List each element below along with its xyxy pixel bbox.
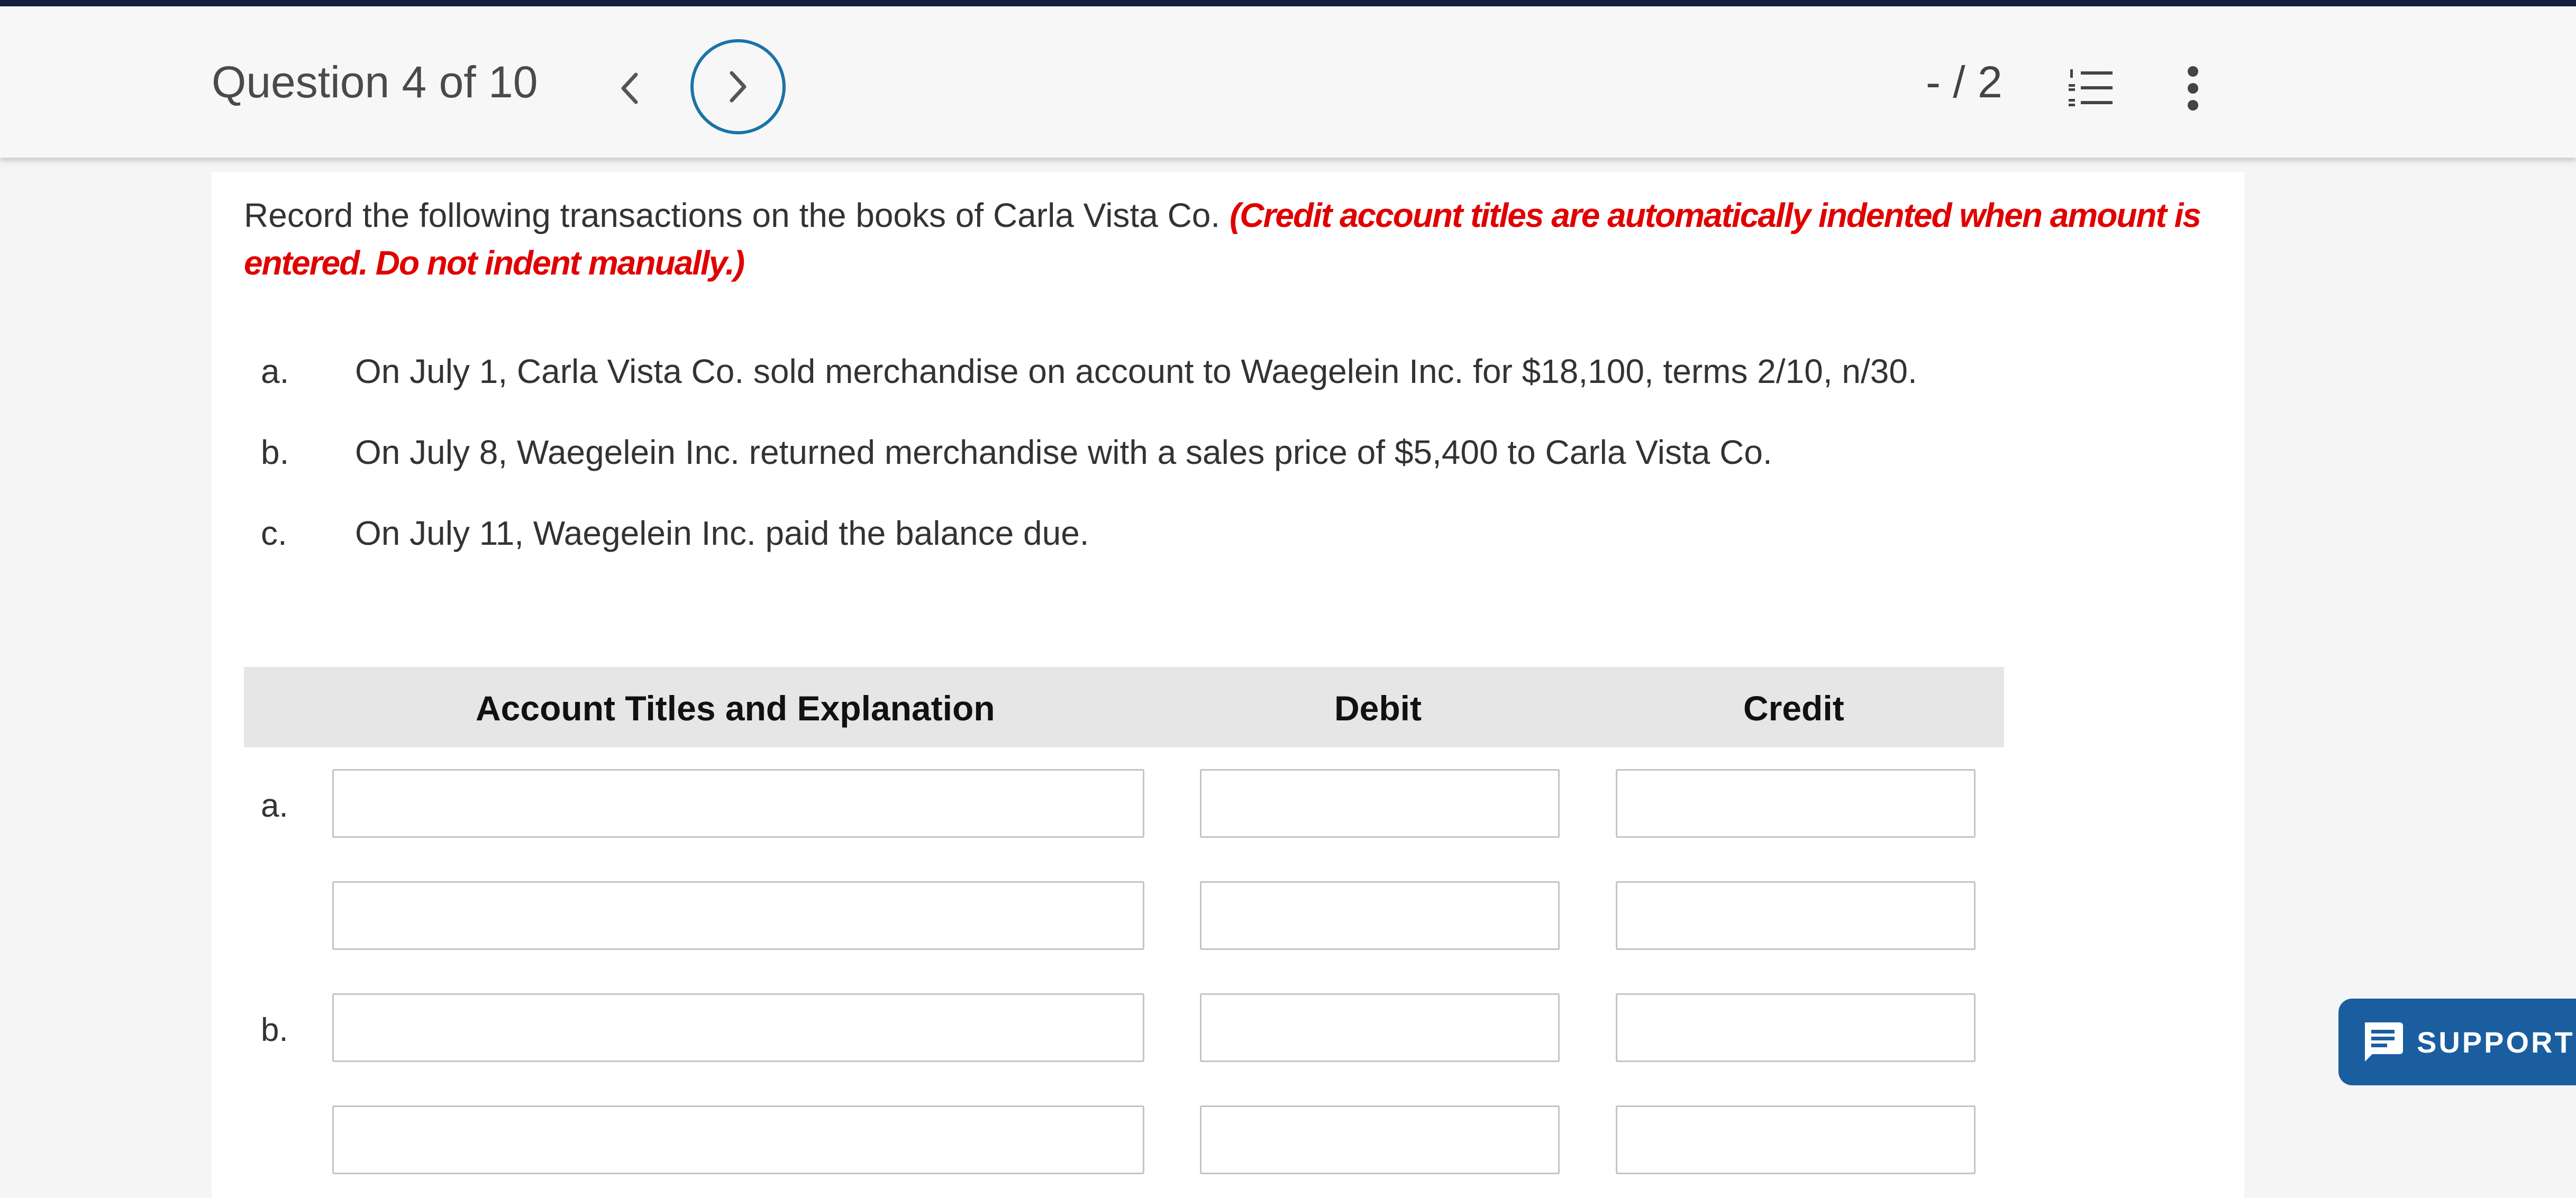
account-title-input[interactable] bbox=[332, 881, 1144, 950]
transaction-label: a. bbox=[261, 352, 289, 390]
transaction-label: c. bbox=[261, 514, 287, 552]
support-button[interactable]: SUPPORT bbox=[2338, 999, 2576, 1085]
debit-input[interactable] bbox=[1200, 993, 1560, 1062]
transaction-c: c. On July 11, Waegelein Inc. paid the b… bbox=[244, 508, 2149, 556]
account-title-input[interactable] bbox=[332, 993, 1144, 1062]
header-debit: Debit bbox=[1334, 689, 1422, 728]
chevron-left-icon bbox=[621, 72, 638, 104]
transaction-text: On July 1, Carla Vista Co. sold merchand… bbox=[355, 352, 1917, 390]
transaction-a: a. On July 1, Carla Vista Co. sold merch… bbox=[244, 346, 2149, 394]
transaction-text: On July 11, Waegelein Inc. paid the bala… bbox=[355, 514, 1089, 552]
debit-input[interactable] bbox=[1200, 769, 1560, 838]
instructions-text: Record the following transactions on the… bbox=[244, 196, 1221, 234]
top-stripe bbox=[0, 0, 2576, 6]
credit-input[interactable] bbox=[1616, 1105, 1976, 1174]
instructions: Record the following transactions on the… bbox=[244, 191, 2233, 287]
debit-input[interactable] bbox=[1200, 1105, 1560, 1174]
more-options-button[interactable] bbox=[2180, 62, 2206, 115]
transaction-text: On July 8, Waegelein Inc. returned merch… bbox=[355, 433, 1772, 471]
transaction-label: b. bbox=[261, 433, 289, 471]
question-header: Question 4 of 10 - / 2 bbox=[0, 6, 2576, 158]
more-vertical-icon bbox=[2188, 66, 2198, 111]
header-credit: Credit bbox=[1743, 689, 1844, 728]
transaction-b: b. On July 8, Waegelein Inc. returned me… bbox=[244, 427, 2149, 475]
question-counter: Question 4 of 10 bbox=[212, 57, 538, 107]
entry-label-b: b. bbox=[261, 1012, 288, 1048]
account-title-input[interactable] bbox=[332, 1105, 1144, 1174]
chat-icon bbox=[2365, 1022, 2403, 1062]
previous-question-button[interactable] bbox=[603, 57, 656, 120]
next-question-button[interactable] bbox=[690, 39, 786, 134]
entry-label-a: a. bbox=[261, 788, 288, 824]
question-list-button[interactable] bbox=[2066, 66, 2116, 111]
score-display: - / 2 bbox=[1926, 57, 2002, 107]
chevron-right-icon bbox=[730, 71, 747, 103]
journal-table-header: Account Titles and Explanation Debit Cre… bbox=[244, 667, 2004, 747]
account-title-input[interactable] bbox=[332, 769, 1144, 838]
header-account-titles: Account Titles and Explanation bbox=[476, 689, 995, 728]
debit-input[interactable] bbox=[1200, 881, 1560, 950]
credit-input[interactable] bbox=[1616, 993, 1976, 1062]
credit-input[interactable] bbox=[1616, 881, 1976, 950]
support-label: SUPPORT bbox=[2417, 1025, 2575, 1059]
credit-input[interactable] bbox=[1616, 769, 1976, 838]
numbered-list-icon bbox=[2069, 69, 2113, 106]
